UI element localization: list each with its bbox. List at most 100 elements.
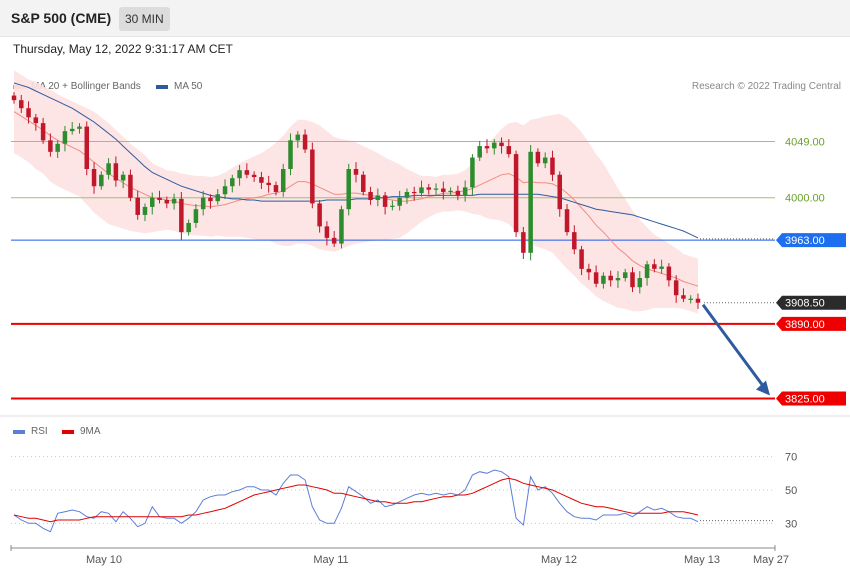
- candle-body: [593, 272, 599, 284]
- candle-body: [361, 174, 366, 192]
- candle-body: [302, 134, 308, 150]
- x-tick-label: May 13: [684, 554, 720, 566]
- candle-body: [419, 187, 424, 194]
- candle-body: [681, 295, 686, 299]
- candle-body: [230, 178, 235, 187]
- candle-body: [106, 163, 111, 175]
- candle-body: [644, 264, 650, 279]
- candle-body: [280, 169, 286, 192]
- candle-body: [630, 272, 635, 288]
- candle-body: [55, 143, 60, 152]
- candle-body: [324, 226, 330, 238]
- candle-body: [142, 206, 148, 215]
- candle-body: [513, 154, 519, 233]
- candle-body: [550, 157, 555, 175]
- candle-body: [69, 128, 75, 132]
- candle-body: [179, 198, 184, 233]
- x-tick-label: May 10: [86, 554, 122, 566]
- candle-body: [251, 174, 257, 178]
- candle-body: [317, 203, 322, 227]
- candle-body: [455, 190, 461, 196]
- candle-body: [208, 197, 213, 202]
- candle-body: [200, 197, 206, 210]
- candle-body: [659, 266, 664, 269]
- candle: [346, 163, 351, 216]
- candle-body: [579, 249, 584, 269]
- candle-body: [288, 140, 293, 170]
- candle-body: [564, 209, 570, 233]
- candle-body: [542, 157, 548, 164]
- candle-body: [397, 197, 402, 206]
- candle-body: [84, 126, 90, 170]
- candle-body: [19, 100, 24, 109]
- candle-body: [557, 174, 563, 210]
- candle: [528, 144, 533, 261]
- candle-body: [470, 157, 475, 188]
- candle-body: [390, 205, 395, 207]
- candle-body: [673, 280, 679, 296]
- forecast-arrow-shaft: [701, 303, 767, 390]
- forecast-arrow-head: [756, 380, 770, 396]
- rsi-9ma-line: [13, 477, 699, 523]
- candle-body: [637, 278, 643, 288]
- level-label-0: 4049.00: [785, 136, 825, 148]
- level-label-4: 3890.00: [785, 319, 825, 331]
- candle-body: [171, 198, 177, 204]
- candle-body: [33, 117, 39, 124]
- candle-body: [186, 222, 191, 233]
- candle-body: [128, 174, 133, 198]
- candle-body: [382, 195, 388, 207]
- candle-body: [462, 187, 468, 196]
- level-tag-2: 3963.00: [776, 233, 846, 248]
- candle-body: [375, 195, 381, 200]
- candle-body: [62, 131, 68, 144]
- candle: [84, 121, 90, 176]
- candle-body: [157, 197, 162, 200]
- candle-body: [135, 197, 140, 215]
- candle-body: [666, 266, 672, 281]
- candle-body: [48, 140, 53, 152]
- price-chart[interactable]: 4049.00 4000.00 3963.00 3908.50 3890.00 3825.…: [0, 0, 850, 576]
- candle-body: [331, 237, 337, 244]
- level-label-5: 3825.00: [785, 394, 825, 406]
- candle-body: [572, 232, 577, 250]
- rsi-tick-label-70: 70: [785, 452, 797, 464]
- candle-body: [353, 169, 359, 175]
- candle-body: [266, 182, 271, 186]
- candle-body: [448, 190, 453, 193]
- candle-body: [273, 185, 279, 192]
- candle-body: [491, 142, 497, 149]
- candle-body: [608, 275, 613, 281]
- candle: [310, 142, 315, 209]
- candle-body: [484, 146, 490, 149]
- candle-body: [222, 186, 228, 195]
- candle-body: [652, 264, 657, 269]
- x-tick-label: May 27: [753, 554, 789, 566]
- candle-body: [91, 169, 97, 187]
- candle-body: [26, 108, 31, 118]
- candle-body: [426, 187, 432, 190]
- level-tag-3: 3908.50: [776, 295, 846, 310]
- candle-body: [521, 232, 526, 253]
- x-tick-label: May 11: [313, 554, 348, 566]
- candle-body: [259, 177, 264, 183]
- candle-body: [404, 191, 410, 198]
- candle-body: [164, 200, 170, 204]
- candle-body: [622, 272, 628, 279]
- candle: [513, 150, 519, 237]
- rsi-line: [13, 469, 699, 533]
- candle-body: [11, 95, 17, 101]
- candle-body: [368, 191, 373, 200]
- rsi-tick-label-50: 50: [785, 485, 797, 497]
- candle-body: [688, 298, 693, 300]
- candle-body: [477, 146, 482, 158]
- level-label-3: 3908.50: [785, 298, 825, 310]
- level-tag-5: 3825.00: [776, 391, 846, 406]
- candle-body: [99, 174, 104, 187]
- x-tick-label: May 12: [541, 554, 577, 566]
- candle: [339, 205, 344, 249]
- candle-body: [77, 126, 82, 129]
- candle-body: [615, 278, 621, 281]
- candle-body: [295, 134, 301, 141]
- candle-body: [441, 188, 446, 192]
